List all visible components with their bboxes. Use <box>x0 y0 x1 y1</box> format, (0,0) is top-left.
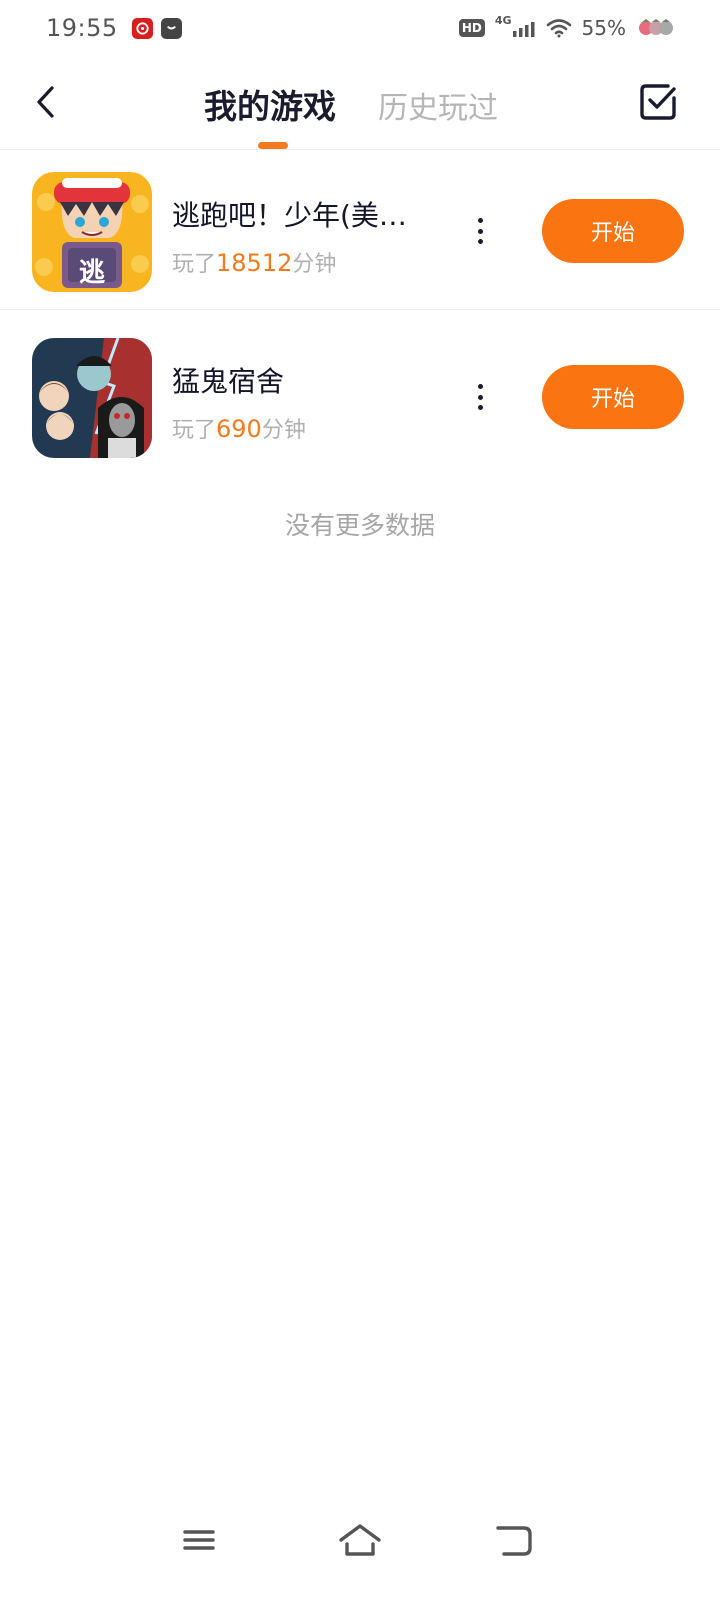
tab-my-games[interactable]: 我的游戏 <box>204 80 336 128</box>
game-row[interactable]: 逃 逃跑吧！少年(美… 玩了18512分钟 开始 <box>0 150 720 310</box>
hd-icon: HD <box>458 19 485 37</box>
game-icon-ghost-dorm[interactable] <box>32 338 152 458</box>
game-row[interactable]: 猛鬼宿舍 玩了690分钟 开始 <box>0 316 720 476</box>
game-icon-escape[interactable]: 逃 <box>32 172 152 292</box>
manage-button[interactable] <box>638 82 678 122</box>
back-button[interactable] <box>30 82 64 122</box>
tab-history-played[interactable]: 历史玩过 <box>378 83 498 127</box>
start-button[interactable]: 开始 <box>542 199 684 263</box>
signal-icon <box>512 22 535 37</box>
game-icon-ghost-dorm-art <box>32 338 152 458</box>
status-time: 19:55 <box>46 14 118 42</box>
game-icon-escape-text: 逃 <box>78 258 105 288</box>
played-minutes: 690 <box>216 415 262 443</box>
game-play-time: 玩了18512分钟 <box>172 246 336 278</box>
nav-menu-button[interactable] <box>175 1518 225 1562</box>
game-name[interactable]: 猛鬼宿舍 <box>172 360 284 400</box>
vertical-dots-icon <box>477 218 483 223</box>
vertical-dots-icon-dot <box>477 239 483 244</box>
vertical-dots-icon-dot <box>477 405 483 410</box>
no-more-data-text: 没有更多数据 <box>284 511 435 540</box>
status-right: HD 4G 55% <box>458 13 676 40</box>
header: 我的游戏 历史玩过 <box>0 56 720 150</box>
back-icon <box>496 1526 532 1556</box>
nav-home-button[interactable] <box>335 1518 385 1562</box>
played-prefix: 玩了 <box>172 418 217 443</box>
home-icon <box>339 1524 381 1556</box>
played-minutes: 18512 <box>216 249 293 277</box>
screen: 19:55 HD 4G 55% 我的游戏 历史玩过 逃 逃跑吧！少年(美… 玩了… <box>0 0 720 1600</box>
more-options-button[interactable] <box>468 380 492 414</box>
more-options-button[interactable] <box>468 214 492 248</box>
start-button[interactable]: 开始 <box>542 365 684 429</box>
wifi-icon <box>546 19 571 38</box>
game-play-time: 玩了690分钟 <box>172 412 306 444</box>
played-suffix: 分钟 <box>292 252 337 277</box>
vertical-dots-icon <box>477 384 483 389</box>
menu-icon <box>183 1530 215 1550</box>
played-suffix: 分钟 <box>261 418 306 443</box>
checkbox-icon <box>640 84 676 120</box>
battery-level: 55% <box>581 16 626 40</box>
game-name[interactable]: 逃跑吧！少年(美… <box>172 194 407 234</box>
navigation-bar <box>0 1500 720 1600</box>
shopping-bag-icon <box>160 17 182 39</box>
tab-indicator <box>258 142 288 149</box>
vertical-dots-icon-dot <box>477 394 483 400</box>
status-bar: 19:55 HD 4G 55% <box>0 0 720 56</box>
carrot-icon <box>639 19 673 35</box>
netease-music-icon <box>131 17 153 39</box>
nav-back-button[interactable] <box>494 1518 544 1562</box>
played-prefix: 玩了 <box>172 252 217 277</box>
chevron-left-icon <box>37 86 54 118</box>
vertical-dots-icon-dot <box>477 228 483 234</box>
network-type: 4G <box>494 13 512 27</box>
